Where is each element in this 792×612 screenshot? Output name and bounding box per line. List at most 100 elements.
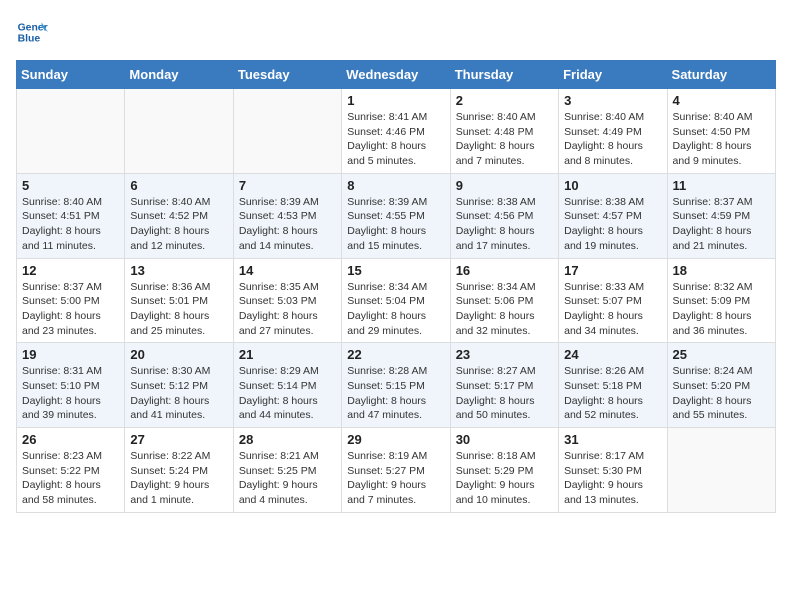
calendar-day-cell: 12 Sunrise: 8:37 AM Sunset: 5:00 PM Dayli… — [17, 258, 125, 343]
calendar-table: SundayMondayTuesdayWednesdayThursdayFrid… — [16, 60, 776, 513]
day-info: Sunrise: 8:41 AM Sunset: 4:46 PM Dayligh… — [347, 110, 444, 169]
calendar-day-cell: 22Sunrise: 8:28 AM Sunset: 5:15 PM Dayli… — [342, 343, 450, 428]
day-number: 5 — [22, 178, 119, 193]
calendar-day-cell: 21Sunrise: 8:29 AM Sunset: 5:14 PM Dayli… — [233, 343, 341, 428]
day-number: 30 — [456, 432, 553, 447]
calendar-day-cell: 27Sunrise: 8:22 AM Sunset: 5:24 PM Dayli… — [125, 428, 233, 513]
day-number: 4 — [673, 93, 770, 108]
calendar-day-cell: 11 Sunrise: 8:37 AM Sunset: 4:59 PM Dayli… — [667, 173, 775, 258]
calendar-week-row: 1Sunrise: 8:41 AM Sunset: 4:46 PM Daylig… — [17, 89, 776, 174]
day-number: 31 — [564, 432, 661, 447]
calendar-day-cell — [233, 89, 341, 174]
day-number: 3 — [564, 93, 661, 108]
day-number: 9 — [456, 178, 553, 193]
calendar-body: 1Sunrise: 8:41 AM Sunset: 4:46 PM Daylig… — [17, 89, 776, 513]
day-info: Sunrise: 8:39 AM Sunset: 4:55 PM Dayligh… — [347, 195, 444, 254]
day-number: 2 — [456, 93, 553, 108]
day-info: Sunrise: 8:33 AM Sunset: 5:07 PM Dayligh… — [564, 280, 661, 339]
day-info: Sunrise: 8:30 AM Sunset: 5:12 PM Dayligh… — [130, 364, 227, 423]
day-info: Sunrise: 8:40 AM Sunset: 4:51 PM Dayligh… — [22, 195, 119, 254]
day-number: 7 — [239, 178, 336, 193]
day-info: Sunrise: 8:32 AM Sunset: 5:09 PM Dayligh… — [673, 280, 770, 339]
day-number: 26 — [22, 432, 119, 447]
day-info: Sunrise: 8:24 AM Sunset: 5:20 PM Dayligh… — [673, 364, 770, 423]
calendar-day-cell: 13 Sunrise: 8:36 AM Sunset: 5:01 PM Dayli… — [125, 258, 233, 343]
logo-icon: General Blue — [16, 16, 48, 48]
day-info: Sunrise: 8:26 AM Sunset: 5:18 PM Dayligh… — [564, 364, 661, 423]
calendar-day-cell: 31 Sunrise: 8:17 AM Sunset: 5:30 PM Dayli… — [559, 428, 667, 513]
day-info: Sunrise: 8:31 AM Sunset: 5:10 PM Dayligh… — [22, 364, 119, 423]
day-info: Sunrise: 8:21 AM Sunset: 5:25 PM Dayligh… — [239, 449, 336, 508]
day-number: 15 — [347, 263, 444, 278]
calendar-day-cell: 3 Sunrise: 8:40 AM Sunset: 4:49 PM Daylig… — [559, 89, 667, 174]
day-number: 14 — [239, 263, 336, 278]
day-number: 28 — [239, 432, 336, 447]
day-number: 16 — [456, 263, 553, 278]
weekday-header-cell: Thursday — [450, 61, 558, 89]
calendar-week-row: 5 Sunrise: 8:40 AM Sunset: 4:51 PM Daylig… — [17, 173, 776, 258]
day-info: Sunrise: 8:22 AM Sunset: 5:24 PM Dayligh… — [130, 449, 227, 508]
weekday-header-cell: Tuesday — [233, 61, 341, 89]
day-number: 24 — [564, 347, 661, 362]
calendar-day-cell: 29Sunrise: 8:19 AM Sunset: 5:27 PM Dayli… — [342, 428, 450, 513]
calendar-week-row: 19 Sunrise: 8:31 AM Sunset: 5:10 PM Dayli… — [17, 343, 776, 428]
day-info: Sunrise: 8:17 AM Sunset: 5:30 PM Dayligh… — [564, 449, 661, 508]
calendar-day-cell: 28 Sunrise: 8:21 AM Sunset: 5:25 PM Dayli… — [233, 428, 341, 513]
calendar-day-cell: 17 Sunrise: 8:33 AM Sunset: 5:07 PM Dayli… — [559, 258, 667, 343]
day-info: Sunrise: 8:40 AM Sunset: 4:52 PM Dayligh… — [130, 195, 227, 254]
weekday-header-row: SundayMondayTuesdayWednesdayThursdayFrid… — [17, 61, 776, 89]
calendar-day-cell: 20Sunrise: 8:30 AM Sunset: 5:12 PM Dayli… — [125, 343, 233, 428]
day-info: Sunrise: 8:40 AM Sunset: 4:48 PM Dayligh… — [456, 110, 553, 169]
weekday-header-cell: Wednesday — [342, 61, 450, 89]
calendar-day-cell: 4Sunrise: 8:40 AM Sunset: 4:50 PM Daylig… — [667, 89, 775, 174]
calendar-week-row: 12 Sunrise: 8:37 AM Sunset: 5:00 PM Dayli… — [17, 258, 776, 343]
calendar-day-cell: 26 Sunrise: 8:23 AM Sunset: 5:22 PM Dayli… — [17, 428, 125, 513]
calendar-day-cell: 6 Sunrise: 8:40 AM Sunset: 4:52 PM Daylig… — [125, 173, 233, 258]
svg-text:Blue: Blue — [18, 34, 41, 45]
calendar-day-cell: 19 Sunrise: 8:31 AM Sunset: 5:10 PM Dayli… — [17, 343, 125, 428]
day-number: 19 — [22, 347, 119, 362]
day-number: 29 — [347, 432, 444, 447]
day-number: 17 — [564, 263, 661, 278]
day-number: 12 — [22, 263, 119, 278]
day-number: 10 — [564, 178, 661, 193]
weekday-header-cell: Sunday — [17, 61, 125, 89]
day-info: Sunrise: 8:28 AM Sunset: 5:15 PM Dayligh… — [347, 364, 444, 423]
calendar-day-cell: 18 Sunrise: 8:32 AM Sunset: 5:09 PM Dayli… — [667, 258, 775, 343]
day-number: 13 — [130, 263, 227, 278]
calendar-day-cell: 7 Sunrise: 8:39 AM Sunset: 4:53 PM Daylig… — [233, 173, 341, 258]
weekday-header-cell: Friday — [559, 61, 667, 89]
day-info: Sunrise: 8:38 AM Sunset: 4:57 PM Dayligh… — [564, 195, 661, 254]
day-info: Sunrise: 8:29 AM Sunset: 5:14 PM Dayligh… — [239, 364, 336, 423]
page-header: General Blue — [16, 16, 776, 48]
calendar-day-cell: 5 Sunrise: 8:40 AM Sunset: 4:51 PM Daylig… — [17, 173, 125, 258]
day-info: Sunrise: 8:23 AM Sunset: 5:22 PM Dayligh… — [22, 449, 119, 508]
weekday-header-cell: Monday — [125, 61, 233, 89]
calendar-day-cell: 15 Sunrise: 8:34 AM Sunset: 5:04 PM Dayli… — [342, 258, 450, 343]
day-info: Sunrise: 8:36 AM Sunset: 5:01 PM Dayligh… — [130, 280, 227, 339]
calendar-day-cell — [125, 89, 233, 174]
day-number: 8 — [347, 178, 444, 193]
day-info: Sunrise: 8:39 AM Sunset: 4:53 PM Dayligh… — [239, 195, 336, 254]
calendar-day-cell: 23 Sunrise: 8:27 AM Sunset: 5:17 PM Dayli… — [450, 343, 558, 428]
weekday-header-cell: Saturday — [667, 61, 775, 89]
day-info: Sunrise: 8:18 AM Sunset: 5:29 PM Dayligh… — [456, 449, 553, 508]
calendar-day-cell: 30 Sunrise: 8:18 AM Sunset: 5:29 PM Dayli… — [450, 428, 558, 513]
day-info: Sunrise: 8:40 AM Sunset: 4:49 PM Dayligh… — [564, 110, 661, 169]
day-info: Sunrise: 8:37 AM Sunset: 5:00 PM Dayligh… — [22, 280, 119, 339]
day-info: Sunrise: 8:34 AM Sunset: 5:04 PM Dayligh… — [347, 280, 444, 339]
calendar-day-cell: 1Sunrise: 8:41 AM Sunset: 4:46 PM Daylig… — [342, 89, 450, 174]
day-info: Sunrise: 8:38 AM Sunset: 4:56 PM Dayligh… — [456, 195, 553, 254]
logo: General Blue — [16, 16, 48, 48]
day-number: 6 — [130, 178, 227, 193]
calendar-day-cell: 24 Sunrise: 8:26 AM Sunset: 5:18 PM Dayli… — [559, 343, 667, 428]
day-number: 18 — [673, 263, 770, 278]
calendar-day-cell: 9 Sunrise: 8:38 AM Sunset: 4:56 PM Daylig… — [450, 173, 558, 258]
calendar-day-cell: 8 Sunrise: 8:39 AM Sunset: 4:55 PM Daylig… — [342, 173, 450, 258]
day-info: Sunrise: 8:37 AM Sunset: 4:59 PM Dayligh… — [673, 195, 770, 254]
day-info: Sunrise: 8:27 AM Sunset: 5:17 PM Dayligh… — [456, 364, 553, 423]
day-number: 25 — [673, 347, 770, 362]
calendar-week-row: 26 Sunrise: 8:23 AM Sunset: 5:22 PM Dayli… — [17, 428, 776, 513]
day-number: 11 — [673, 178, 770, 193]
day-number: 23 — [456, 347, 553, 362]
